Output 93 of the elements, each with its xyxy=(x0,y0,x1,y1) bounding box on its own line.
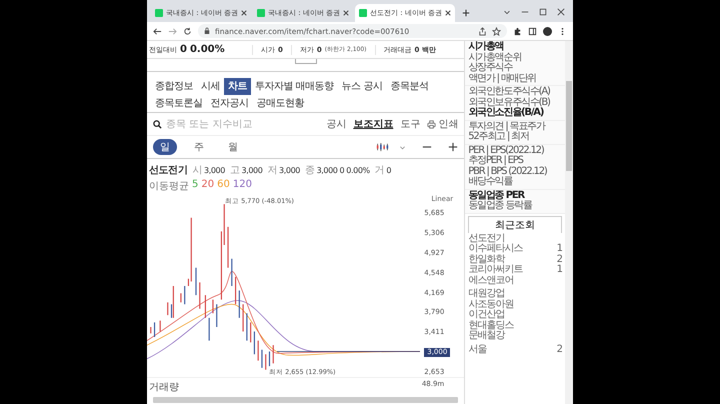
avatar-icon[interactable] xyxy=(543,26,552,36)
stat-label: 시 xyxy=(192,164,202,177)
stat-value: 3,000 xyxy=(316,166,338,174)
close-icon[interactable] xyxy=(241,10,248,16)
stat-label: 투자의견 | 목표주가 xyxy=(468,122,546,132)
back-icon[interactable] xyxy=(153,26,162,36)
recent-stock-link[interactable]: 이건산업 xyxy=(468,310,504,320)
change-text: 0 0.00% xyxy=(339,166,370,174)
toolbar-link[interactable]: 공시 xyxy=(326,117,346,131)
stat-value: 3,000 xyxy=(279,166,300,174)
moving-average-period: 60 xyxy=(217,179,230,192)
chevron-down-icon[interactable] xyxy=(503,8,511,16)
horizontal-scrollbar[interactable] xyxy=(153,397,458,403)
volume-value: 0 xyxy=(386,166,392,174)
recent-count: 2 xyxy=(556,254,562,264)
stat-label: 시가총액 xyxy=(468,42,504,52)
stat-label: 동일업종 등락률 xyxy=(468,201,534,212)
print-button[interactable]: 인쇄 xyxy=(427,117,458,131)
recent-stock-link[interactable]: 현대홀딩스 xyxy=(468,320,514,331)
stat-label: 동일업종 PER xyxy=(468,190,526,200)
stat-label: 고 xyxy=(230,164,240,177)
volume-title: 거래량 xyxy=(149,381,179,394)
period-tab[interactable]: 주 xyxy=(187,139,211,155)
recent-tab[interactable]: 최근조회 xyxy=(468,216,562,232)
recent-stock-link[interactable]: 한일화학 xyxy=(468,254,504,265)
section-tab[interactable]: 시세 xyxy=(197,78,224,95)
expand-handle[interactable] xyxy=(294,59,317,64)
recent-stock-link[interactable]: 서울 xyxy=(468,344,486,355)
stock-name: 선도전기 xyxy=(149,164,188,177)
stat-label: 상장주식수 xyxy=(468,63,514,73)
stat-label: 배당수익률 xyxy=(468,177,514,188)
section-tab[interactable]: 차트 xyxy=(224,78,251,95)
stat-value: 3,000 xyxy=(242,166,262,174)
section-tab[interactable]: 투자자별 매매동향 xyxy=(251,78,338,95)
recent-count: 1 xyxy=(556,244,562,254)
close-icon[interactable] xyxy=(445,10,452,16)
change-value: 0 xyxy=(180,44,187,55)
printer-icon xyxy=(427,120,436,128)
chevron-down-icon[interactable] xyxy=(399,144,406,150)
star-icon[interactable] xyxy=(492,26,501,36)
stat-label: 외국인한도주식수(A) xyxy=(468,87,551,97)
maximize-icon[interactable] xyxy=(539,8,547,16)
recent-stock-link[interactable]: 사조동아원 xyxy=(468,300,514,310)
period-tab[interactable]: 월 xyxy=(221,139,245,155)
candlestick-icon[interactable] xyxy=(376,142,390,152)
zoom-in-icon[interactable] xyxy=(448,142,458,152)
recent-count: 2 xyxy=(556,344,562,355)
new-tab-icon[interactable] xyxy=(462,9,470,17)
recent-stock-link[interactable]: 이수페타시스 xyxy=(468,244,522,254)
stat-value: 3,000 xyxy=(204,166,225,174)
toolbar-link[interactable]: 보조지표 xyxy=(353,117,394,131)
stat-label: 시가총액순위 xyxy=(468,52,522,62)
recent-stock-link[interactable]: 선도전기 xyxy=(468,234,504,244)
stat-label: 외국인소진율(B/A) xyxy=(468,108,544,118)
stat-label: PER | EPS(2022.12) xyxy=(468,146,545,156)
section-tab[interactable]: 전자공시 xyxy=(206,95,252,112)
favicon-icon xyxy=(155,9,163,17)
section-tab[interactable]: 공매도현황 xyxy=(252,95,308,112)
recent-stock-link[interactable]: 문배철강 xyxy=(468,331,504,342)
moving-average-period: 20 xyxy=(201,179,214,192)
stat-label: 종 xyxy=(304,164,315,177)
recent-count: 1 xyxy=(556,265,562,276)
reload-icon[interactable] xyxy=(183,26,192,36)
close-icon[interactable] xyxy=(343,10,350,16)
vertical-scrollbar[interactable] xyxy=(565,41,573,404)
moving-average-period: 5 xyxy=(192,179,198,192)
puzzle-icon[interactable] xyxy=(513,26,522,36)
section-tab[interactable]: 종목토론실 xyxy=(151,95,206,112)
recent-stock-link[interactable]: 대원강업 xyxy=(468,289,504,300)
favicon-icon xyxy=(257,9,265,17)
favicon-icon xyxy=(359,9,367,17)
section-tab[interactable]: 뉴스 공시 xyxy=(338,78,386,95)
section-tab[interactable]: 종합정보 xyxy=(151,78,197,95)
moving-average-period: 120 xyxy=(232,179,252,192)
stat-label: 액면가 | 매매단위 xyxy=(468,74,537,84)
recent-stock-link[interactable]: 에스앤코어 xyxy=(468,276,514,286)
close-icon[interactable] xyxy=(557,8,565,16)
share-icon[interactable] xyxy=(478,26,487,36)
period-tab[interactable]: 일 xyxy=(153,139,177,155)
search-icon xyxy=(153,120,162,128)
stat-label: PBR | BPS (2022.12) xyxy=(468,166,548,176)
toolbar-link[interactable]: 도구 xyxy=(400,117,420,131)
lock-icon xyxy=(204,27,210,35)
section-tab[interactable]: 종목분석 xyxy=(386,78,432,95)
stat-label: 저 xyxy=(267,164,278,177)
change-rate: 0.00% xyxy=(190,44,225,55)
recent-stock-link[interactable]: 코리아써키트 xyxy=(468,265,522,276)
stat-label: 외국인보유주식수(B) xyxy=(468,98,551,108)
moving-average-label: 이동평균 xyxy=(149,180,189,193)
sidebar-icon[interactable] xyxy=(528,26,537,36)
stat-label: 추정PER | EPS xyxy=(468,156,524,166)
volume-label: 거 xyxy=(374,164,384,177)
stat-label: 52주최고 | 최저 xyxy=(468,132,530,142)
